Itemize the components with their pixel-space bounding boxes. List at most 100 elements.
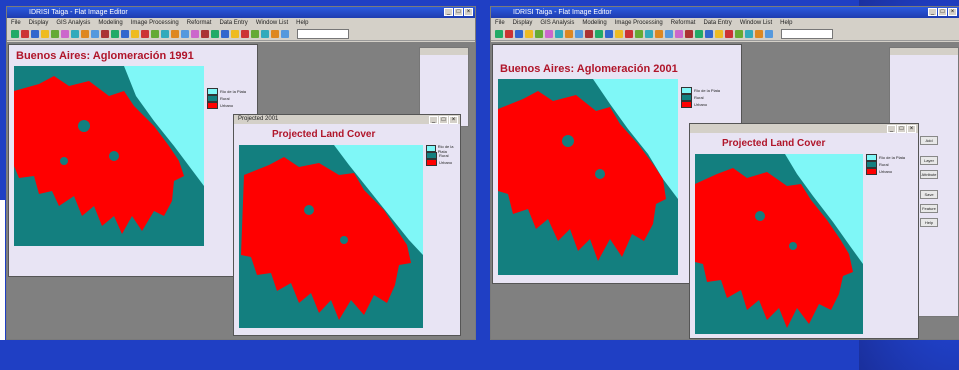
toolbar-tool-icon[interactable] — [625, 30, 633, 38]
menu-item[interactable]: File — [495, 18, 505, 28]
toolbar-tool-icon[interactable] — [535, 30, 543, 38]
menu-item[interactable]: Window List — [740, 18, 772, 28]
toolbar-tool-icon[interactable] — [645, 30, 653, 38]
toolbar-tool-icon[interactable] — [281, 30, 289, 38]
menu-item[interactable]: Data Entry — [219, 18, 247, 28]
toolbar-tool-icon[interactable] — [101, 30, 109, 38]
toolbar-tool-icon[interactable] — [211, 30, 219, 38]
toolbar-tool-icon[interactable] — [595, 30, 603, 38]
toolbar-tool-icon[interactable] — [555, 30, 563, 38]
menu-item[interactable]: Image Processing — [615, 18, 663, 28]
maximize-button[interactable]: □ — [938, 8, 947, 16]
side-button[interactable]: Add — [920, 136, 938, 145]
toolbar-tool-icon[interactable] — [171, 30, 179, 38]
map-canvas[interactable] — [14, 66, 204, 246]
toolbar-tool-icon[interactable] — [525, 30, 533, 38]
toolbar-tool-icon[interactable] — [251, 30, 259, 38]
menu-item[interactable]: Display — [513, 18, 533, 28]
toolbar-tool-icon[interactable] — [655, 30, 663, 38]
menu-item[interactable]: GIS Analysis — [540, 18, 574, 28]
toolbar-tool-icon[interactable] — [705, 30, 713, 38]
toolbar-tool-icon[interactable] — [51, 30, 59, 38]
menu-item[interactable]: File — [11, 18, 21, 28]
app-titlebar: IDRISI Taiga - Flat Image Editor _ □ × — [491, 7, 959, 18]
toolbar-tool-icon[interactable] — [241, 30, 249, 38]
toolbar-tool-icon[interactable] — [745, 30, 753, 38]
toolbar-tool-icon[interactable] — [61, 30, 69, 38]
toolbar-tool-icon[interactable] — [221, 30, 229, 38]
layer-combo-box[interactable] — [781, 29, 833, 39]
toolbar-tool-icon[interactable] — [121, 30, 129, 38]
side-button[interactable]: Help — [920, 218, 938, 227]
menu-item[interactable]: Display — [29, 18, 49, 28]
toolbar-tool-icon[interactable] — [765, 30, 773, 38]
toolbar-tool-icon[interactable] — [665, 30, 673, 38]
toolbar-tool-icon[interactable] — [495, 30, 503, 38]
minimize-button[interactable]: _ — [928, 8, 937, 16]
close-button[interactable]: × — [948, 8, 957, 16]
maximize-button[interactable]: □ — [454, 8, 463, 16]
toolbar-tool-icon[interactable] — [735, 30, 743, 38]
layer-combo-box[interactable] — [297, 29, 349, 39]
toolbar-tool-icon[interactable] — [505, 30, 513, 38]
toolbar-tool-icon[interactable] — [585, 30, 593, 38]
side-button[interactable]: Layer — [920, 156, 938, 165]
menu-item[interactable]: Image Processing — [131, 18, 179, 28]
toolbar-tool-icon[interactable] — [271, 30, 279, 38]
side-button[interactable]: Attribute — [920, 170, 938, 179]
maximize-button[interactable]: □ — [439, 116, 448, 124]
toolbar-tool-icon[interactable] — [615, 30, 623, 38]
toolbar-tool-icon[interactable] — [81, 30, 89, 38]
toolbar-tool-icon[interactable] — [231, 30, 239, 38]
menu-item[interactable]: Data Entry — [703, 18, 731, 28]
toolbar-tool-icon[interactable] — [151, 30, 159, 38]
side-button[interactable]: Save — [920, 190, 938, 199]
toolbar-tool-icon[interactable] — [131, 30, 139, 38]
toolbar-tool-icon[interactable] — [695, 30, 703, 38]
menu-item[interactable]: Modeling — [582, 18, 606, 28]
toolbar-tool-icon[interactable] — [675, 30, 683, 38]
menu-item[interactable]: Help — [296, 18, 308, 28]
menu-item[interactable]: Reformat — [671, 18, 696, 28]
toolbar-tool-icon[interactable] — [755, 30, 763, 38]
toolbar-tool-icon[interactable] — [21, 30, 29, 38]
toolbar-tool-icon[interactable] — [41, 30, 49, 38]
map-canvas[interactable] — [498, 79, 678, 275]
menu-item[interactable]: Reformat — [187, 18, 212, 28]
toolbar-tool-icon[interactable] — [201, 30, 209, 38]
minimize-button[interactable]: _ — [444, 8, 453, 16]
toolbar-tool-icon[interactable] — [715, 30, 723, 38]
toolbar-tool-icon[interactable] — [545, 30, 553, 38]
legend-label: Rio de la Plata — [220, 89, 247, 94]
close-button[interactable]: × — [449, 116, 458, 124]
menu-item[interactable]: GIS Analysis — [56, 18, 90, 28]
menu-item[interactable]: Help — [780, 18, 792, 28]
toolbar-tool-icon[interactable] — [31, 30, 39, 38]
side-button[interactable]: Feature — [920, 204, 938, 213]
minimize-button[interactable]: _ — [887, 125, 896, 133]
toolbar-tool-icon[interactable] — [565, 30, 573, 38]
toolbar-tool-icon[interactable] — [575, 30, 583, 38]
minimize-button[interactable]: _ — [429, 116, 438, 124]
projected-map-canvas[interactable] — [695, 154, 863, 334]
toolbar-tool-icon[interactable] — [261, 30, 269, 38]
toolbar-tool-icon[interactable] — [725, 30, 733, 38]
toolbar-tool-icon[interactable] — [111, 30, 119, 38]
maximize-button[interactable]: □ — [897, 125, 906, 133]
projected-map-canvas[interactable] — [239, 145, 423, 328]
toolbar-tool-icon[interactable] — [141, 30, 149, 38]
toolbar-tool-icon[interactable] — [605, 30, 613, 38]
toolbar-tool-icon[interactable] — [635, 30, 643, 38]
toolbar-tool-icon[interactable] — [191, 30, 199, 38]
toolbar-tool-icon[interactable] — [91, 30, 99, 38]
toolbar-tool-icon[interactable] — [71, 30, 79, 38]
menu-item[interactable]: Window List — [256, 18, 288, 28]
toolbar-tool-icon[interactable] — [181, 30, 189, 38]
toolbar-tool-icon[interactable] — [515, 30, 523, 38]
toolbar-tool-icon[interactable] — [161, 30, 169, 38]
toolbar-tool-icon[interactable] — [11, 30, 19, 38]
toolbar-tool-icon[interactable] — [685, 30, 693, 38]
menu-item[interactable]: Modeling — [98, 18, 122, 28]
close-button[interactable]: × — [907, 125, 916, 133]
close-button[interactable]: × — [464, 8, 473, 16]
